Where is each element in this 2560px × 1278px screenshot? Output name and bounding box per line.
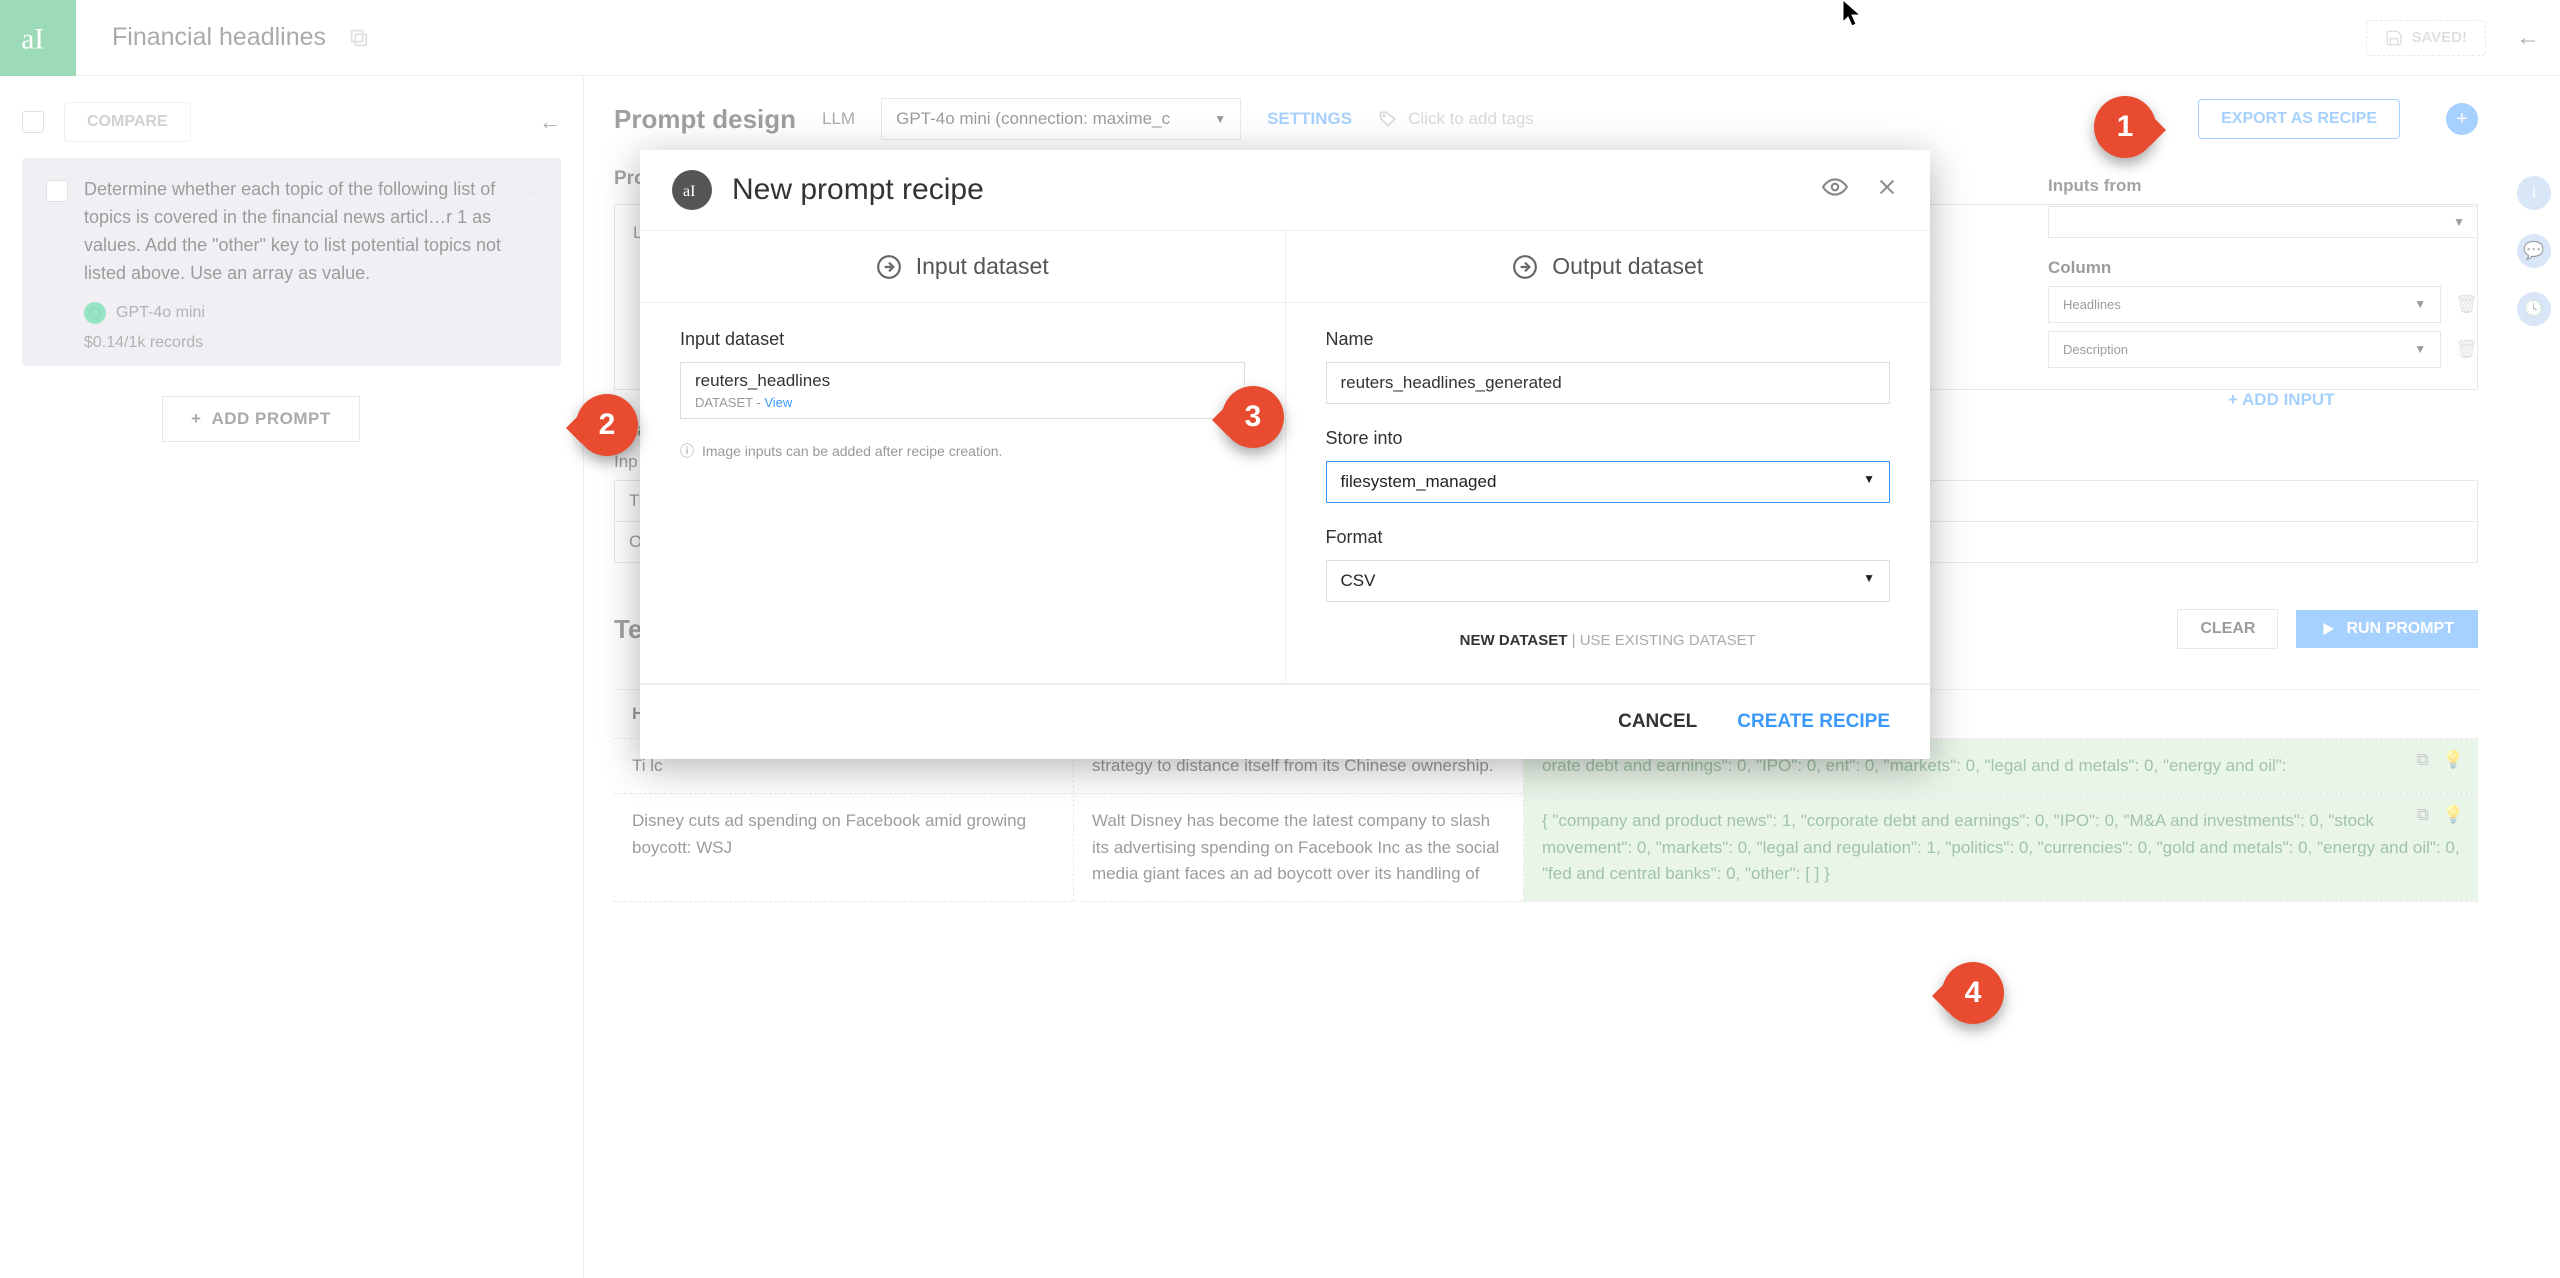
cancel-button[interactable]: CANCEL xyxy=(1618,711,1697,733)
input-tab-label: Input dataset xyxy=(916,253,1049,280)
callout-2: 2 xyxy=(576,390,654,460)
input-info-text: Image inputs can be added after recipe c… xyxy=(702,443,1002,459)
view-link[interactable]: View xyxy=(764,395,792,410)
store-value: filesystem_managed xyxy=(1341,472,1497,492)
close-icon[interactable] xyxy=(1876,176,1898,205)
create-recipe-button[interactable]: CREATE RECIPE xyxy=(1737,711,1890,733)
info-icon: ⓘ xyxy=(680,441,694,461)
format-value: CSV xyxy=(1341,571,1376,591)
chevron-down-icon: ▼ xyxy=(1863,571,1875,591)
chevron-down-icon: ▼ xyxy=(1863,472,1875,492)
modal-title: New prompt recipe xyxy=(732,173,1794,207)
output-name-input[interactable] xyxy=(1326,362,1891,404)
format-label: Format xyxy=(1326,527,1891,548)
preview-icon[interactable] xyxy=(1822,174,1848,207)
name-label: Name xyxy=(1326,329,1891,350)
input-arrow-icon xyxy=(876,254,902,280)
svg-text:aI: aI xyxy=(683,183,695,200)
use-existing-toggle[interactable]: USE EXISTING DATASET xyxy=(1580,632,1756,649)
output-arrow-icon xyxy=(1512,254,1538,280)
output-dataset-column: Output dataset Name Store into filesyste… xyxy=(1285,231,1931,683)
store-label: Store into xyxy=(1326,428,1891,449)
recipe-icon: aI xyxy=(672,170,712,210)
new-dataset-toggle[interactable]: NEW DATASET xyxy=(1460,632,1568,649)
callout-3: 3 xyxy=(1222,382,1300,452)
input-dataset-column: Input dataset Input dataset reuters_head… xyxy=(640,231,1285,683)
cursor-icon xyxy=(1842,0,1864,35)
dataset-type: DATASET xyxy=(695,395,753,410)
input-dataset-field[interactable]: reuters_headlines DATASET - View xyxy=(680,362,1245,419)
callout-1: 1 xyxy=(2094,92,2172,162)
input-dataset-value: reuters_headlines xyxy=(695,371,1230,391)
input-dataset-label: Input dataset xyxy=(680,329,1245,350)
format-select[interactable]: CSV ▼ xyxy=(1326,560,1891,602)
new-recipe-modal: aI New prompt recipe Input dataset Input… xyxy=(640,150,1930,759)
store-into-select[interactable]: filesystem_managed ▼ xyxy=(1326,461,1891,503)
output-tab-label: Output dataset xyxy=(1552,253,1703,280)
callout-4: 4 xyxy=(1942,958,2020,1028)
